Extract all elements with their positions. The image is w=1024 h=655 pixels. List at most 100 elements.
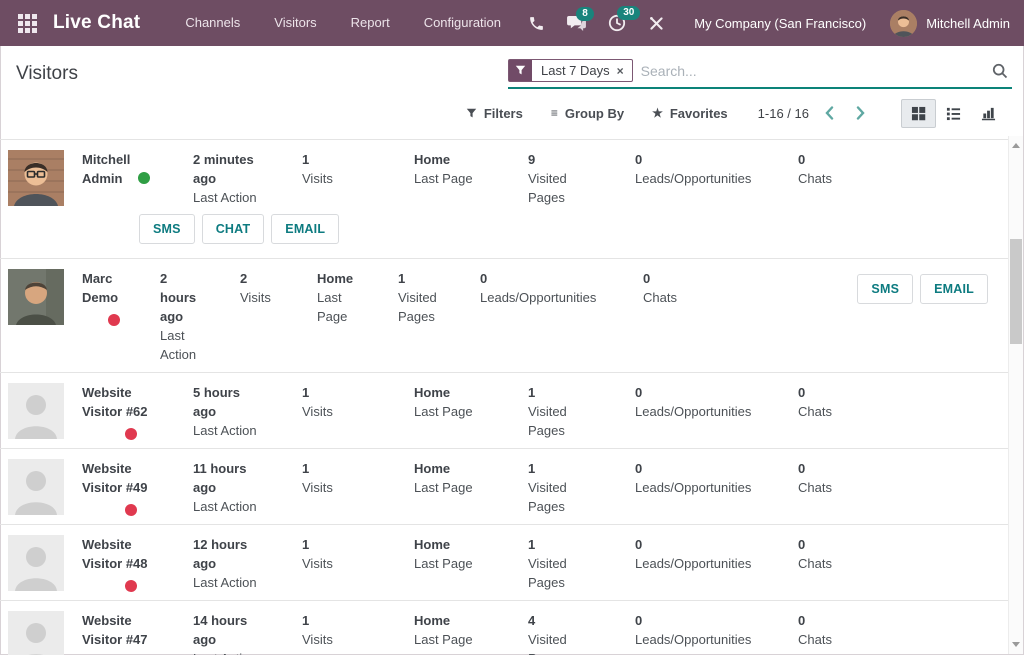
stat-value: 2 hours ago: [160, 271, 197, 324]
stat-value: 1: [302, 461, 310, 476]
sms-button[interactable]: SMS: [857, 274, 914, 304]
search-icon[interactable]: [992, 63, 1010, 79]
stat-value: 0: [798, 537, 806, 552]
stat-value: 5 hours ago: [193, 385, 240, 419]
graph-view-button[interactable]: [971, 99, 1006, 128]
filters-button[interactable]: Filters: [466, 106, 523, 121]
kanban-view-button[interactable]: [901, 98, 936, 128]
visitor-actions: SMS EMAIL: [857, 274, 995, 304]
activities-clock-icon[interactable]: 30: [599, 6, 641, 38]
stat-value: 0: [635, 461, 643, 476]
visitor-avatar: [8, 150, 64, 206]
tools-wrench-icon[interactable]: [639, 9, 674, 38]
scroll-down-icon[interactable]: [1009, 637, 1023, 652]
visitor-name[interactable]: Website Visitor #49: [82, 461, 148, 495]
stat-last-action: 2 minutes ago Last Action: [193, 150, 302, 207]
stat-value: 2: [240, 271, 248, 286]
stat-label: Chats: [798, 404, 832, 419]
facet-remove-icon[interactable]: ×: [617, 60, 632, 81]
search-bar[interactable]: Last 7 Days ×: [508, 57, 1012, 89]
user-menu[interactable]: Mitchell Admin: [890, 9, 1010, 37]
stat-visits: 1 Visits: [302, 611, 414, 649]
scrollbar-thumb[interactable]: [1010, 239, 1022, 344]
graph-icon: [981, 107, 996, 120]
search-options: Filters ≡ Group By ★ Favorites: [466, 106, 728, 121]
scroll-up-icon[interactable]: [1009, 138, 1023, 153]
apps-menu-icon[interactable]: [12, 10, 43, 37]
messages-icon[interactable]: 8: [558, 6, 595, 38]
stat-value: 9: [528, 152, 536, 167]
stat-chats: 0 Chats: [798, 150, 1009, 188]
visitor-row[interactable]: Website Visitor #48 12 hours ago Last Acti…: [0, 524, 1009, 600]
app-name[interactable]: Live Chat: [53, 12, 140, 34]
vertical-scrollbar[interactable]: [1008, 136, 1023, 654]
stat-value: 1: [302, 385, 310, 400]
stat-label: Leads/Opportunities: [635, 171, 752, 186]
visitor-row[interactable]: Website Visitor #47 14 hours ago Last Acti…: [0, 600, 1009, 655]
phone-icon[interactable]: [519, 9, 554, 38]
visitor-row[interactable]: Website Visitor #49 11 hours ago Last Acti…: [0, 448, 1009, 524]
sms-button[interactable]: SMS: [139, 214, 195, 244]
stat-value: 1: [528, 461, 536, 476]
view-switcher: [901, 98, 1006, 128]
chat-button[interactable]: CHAT: [201, 214, 265, 244]
stat-value: 0: [798, 613, 806, 628]
visitor-avatar: [8, 269, 64, 325]
stat-label: Last Page: [414, 480, 473, 495]
search-input[interactable]: [640, 62, 992, 79]
email-button[interactable]: EMAIL: [920, 274, 988, 304]
visitor-name-cell: Website Visitor #48: [82, 535, 193, 592]
visitor-name[interactable]: Website Visitor #48: [82, 537, 148, 571]
stat-chats: 0 Chats: [798, 459, 1009, 497]
visitor-name[interactable]: Mitchell Admin: [82, 152, 130, 186]
stat-value: 12 hours ago: [193, 537, 248, 571]
email-button[interactable]: EMAIL: [271, 214, 340, 244]
visitor-avatar: [8, 459, 64, 515]
stat-visits: 2 Visits: [240, 269, 317, 307]
visitor-row[interactable]: Marc Demo 2 hours ago Last Action 2 Visits Ho…: [0, 258, 1009, 372]
visitor-name-cell: Website Visitor #62: [82, 383, 193, 440]
stat-visits: 1 Visits: [302, 150, 414, 188]
stat-label: Last Action: [193, 423, 257, 438]
activities-badge: 30: [617, 6, 641, 20]
menu-visitors[interactable]: Visitors: [257, 0, 333, 46]
list-view-button[interactable]: [936, 99, 971, 128]
visitor-name[interactable]: Website Visitor #47: [82, 613, 148, 647]
user-avatar: [890, 9, 918, 37]
systray: 8 30 My Company (San Francisco) Mitchell…: [519, 6, 1010, 38]
stat-label: Last Page: [414, 171, 473, 186]
stat-last-page: Home Last Page: [317, 269, 398, 326]
stat-value: 0: [635, 613, 643, 628]
pager-previous-button[interactable]: [819, 104, 840, 122]
group-by-label: Group By: [564, 105, 625, 121]
stat-visited-pages: 4 Visited Pages: [528, 611, 635, 655]
list-icon: [946, 107, 961, 120]
visitor-name[interactable]: Marc Demo: [82, 271, 118, 305]
stat-label: Visited Pages: [528, 632, 567, 655]
grid-icon: [12, 10, 43, 37]
favorites-button[interactable]: ★ Favorites: [652, 106, 728, 121]
stat-visited-pages: 1 Visited Pages: [398, 269, 480, 326]
stat-visited-pages: 9 Visited Pages: [528, 150, 635, 207]
stat-label: Visited Pages: [398, 290, 437, 324]
visitor-name-cell: Website Visitor #47: [82, 611, 193, 655]
stat-label: Last Action: [160, 328, 197, 362]
stat-label: Last Page: [317, 290, 348, 324]
menu-report[interactable]: Report: [334, 0, 407, 46]
visitor-row[interactable]: Mitchell Admin 2 minutes ago Last Action 1 V…: [0, 140, 1009, 258]
pager-next-button[interactable]: [850, 104, 871, 122]
group-by-button[interactable]: ≡ Group By: [551, 106, 624, 121]
visitor-name[interactable]: Website Visitor #62: [82, 385, 148, 419]
company-switcher[interactable]: My Company (San Francisco): [678, 16, 886, 31]
stat-last-page: Home Last Page: [414, 150, 528, 188]
stat-value: 4: [528, 613, 536, 628]
menu-configuration[interactable]: Configuration: [407, 0, 518, 46]
stat-value: 0: [798, 461, 806, 476]
visitor-row[interactable]: Website Visitor #62 5 hours ago Last Actio…: [0, 372, 1009, 448]
stat-leads-opportunities: 0 Leads/Opportunities: [635, 611, 798, 649]
stat-value: 1: [302, 152, 310, 167]
stat-chats: 0 Chats: [643, 269, 857, 307]
stat-label: Leads/Opportunities: [635, 632, 752, 647]
stat-leads-opportunities: 0 Leads/Opportunities: [635, 150, 798, 188]
menu-channels[interactable]: Channels: [168, 0, 257, 46]
